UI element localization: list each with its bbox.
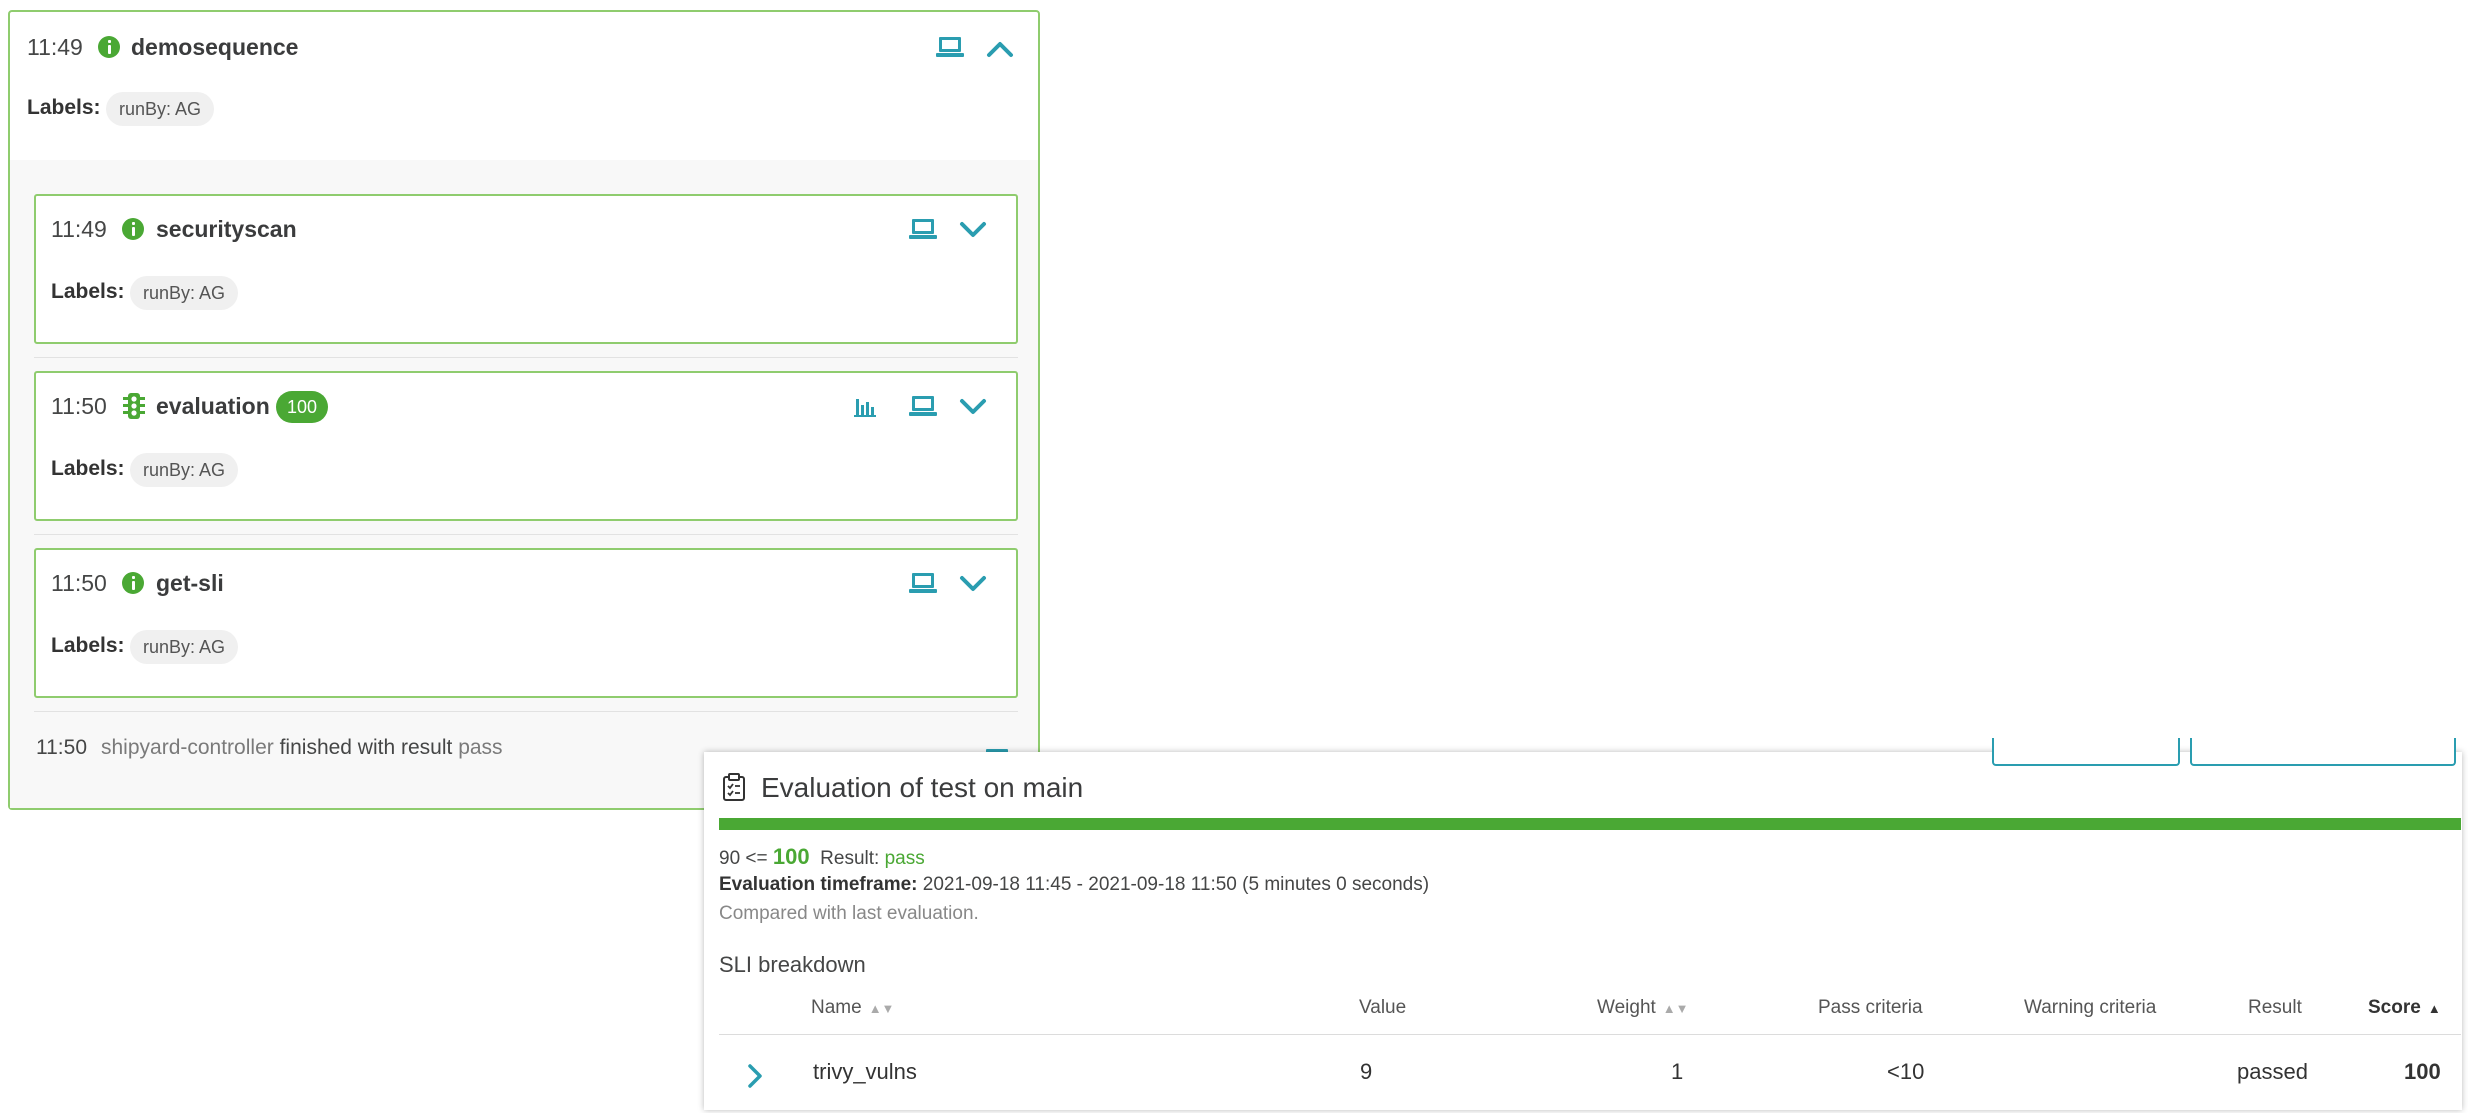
result-value: pass xyxy=(884,848,925,869)
label-chip: runBy: AG xyxy=(106,92,215,126)
score-badge[interactable]: 100 xyxy=(276,391,329,423)
timeframe-value: 2021-09-18 11:45 - 2021-09-18 11:50 (5 m… xyxy=(922,874,1430,895)
task-card-evaluation: 11:50 evaluation 100 Labels: runBy: AG xyxy=(34,371,1018,521)
column-label: Score xyxy=(2368,997,2421,1018)
laptop-icon[interactable] xyxy=(908,570,938,601)
chevron-up-icon[interactable] xyxy=(985,38,1015,63)
sequence-card: 11:49 demosequence Labels: runBy: AG 11:… xyxy=(8,10,1040,810)
cell-result: passed xyxy=(2237,1059,2308,1084)
sequence-time: 11:49 xyxy=(27,34,83,60)
column-header-warning-criteria: Warning criteria xyxy=(2024,997,2157,1018)
traffic-light-icon xyxy=(122,391,146,426)
laptop-icon[interactable] xyxy=(935,34,965,65)
chevron-right-icon[interactable] xyxy=(746,1063,764,1094)
labels-key: Labels: xyxy=(27,96,101,119)
task-name: securityscan xyxy=(156,216,297,242)
divider xyxy=(34,711,1018,712)
timeframe-line: Evaluation timeframe: 2021-09-18 11:45 -… xyxy=(719,874,1429,896)
cell-name: trivy_vulns xyxy=(813,1059,917,1084)
column-header-result: Result xyxy=(2248,997,2302,1018)
bar-chart-icon[interactable] xyxy=(852,393,878,424)
cell-value: 9 xyxy=(1360,1059,1373,1084)
timeframe-label: Evaluation timeframe: xyxy=(719,874,918,895)
task-time: 11:49 xyxy=(51,216,107,242)
compared-text: Compared with last evaluation. xyxy=(719,903,979,924)
sequence-name: demosequence xyxy=(131,34,299,60)
table-row-separator xyxy=(719,1034,2461,1035)
cell-weight: 1 xyxy=(1671,1059,1684,1084)
score-value: 100 xyxy=(772,844,810,869)
chevron-down-icon[interactable] xyxy=(958,220,988,245)
label-chip: runBy: AG xyxy=(130,630,239,664)
sort-up-icon: ▲ xyxy=(2427,1001,2441,1016)
sort-icon: ▲▼ xyxy=(868,1001,895,1016)
labels-key: Labels: xyxy=(51,280,125,303)
chevron-down-icon[interactable] xyxy=(958,397,988,422)
task-name: evaluation xyxy=(156,393,270,419)
column-label: Name xyxy=(811,997,862,1018)
column-header-score[interactable]: Score ▲ xyxy=(2368,997,2441,1019)
finished-text: finished with result xyxy=(279,736,453,759)
column-header-weight[interactable]: Weight ▲▼ xyxy=(1597,997,1689,1019)
result-label: Result: xyxy=(820,848,880,869)
evaluation-title: Evaluation of test on main xyxy=(761,772,1084,803)
sequence-body: 11:49 securityscan Labels: runBy: AG 11:… xyxy=(10,160,1038,808)
task-time: 11:50 xyxy=(51,393,107,419)
info-icon xyxy=(122,218,144,240)
task-name: get-sli xyxy=(156,570,224,596)
evaluation-panel: Evaluation of test on main 90 <= 100 Res… xyxy=(704,738,2462,1110)
finished-result: pass xyxy=(458,736,503,759)
task-time: 11:50 xyxy=(51,570,107,596)
divider xyxy=(34,357,1018,358)
task-card-securityscan: 11:49 securityscan Labels: runBy: AG xyxy=(34,194,1018,344)
controller-name: shipyard-controller xyxy=(101,736,274,759)
panel-top-button[interactable] xyxy=(1992,738,2180,766)
label-chip: runBy: AG xyxy=(130,453,239,487)
column-header-pass-criteria: Pass criteria xyxy=(1818,997,1923,1018)
task-card-get-sli: 11:50 get-sli Labels: runBy: AG xyxy=(34,548,1018,698)
score-threshold: 90 <= xyxy=(719,848,768,869)
column-header-name[interactable]: Name ▲▼ xyxy=(811,997,894,1019)
laptop-icon[interactable] xyxy=(908,393,938,424)
divider xyxy=(34,534,1018,535)
info-icon xyxy=(122,572,144,594)
info-icon xyxy=(98,36,120,58)
cell-pass-criteria: <10 xyxy=(1887,1059,1925,1084)
sequence-header: 11:49 demosequence Labels: runBy: AG xyxy=(10,12,1038,160)
finished-time: 11:50 xyxy=(36,736,87,759)
column-header-value: Value xyxy=(1359,997,1407,1018)
chevron-down-icon[interactable] xyxy=(958,574,988,599)
sort-icon: ▲▼ xyxy=(1662,1001,1689,1016)
sequence-finished-line: 11:50 shipyard-controller finished with r… xyxy=(36,736,503,760)
labels-key: Labels: xyxy=(51,457,125,480)
column-label: Weight xyxy=(1597,997,1656,1018)
laptop-icon[interactable] xyxy=(908,216,938,247)
sli-breakdown-title: SLI breakdown xyxy=(719,952,866,977)
clipboard-icon xyxy=(722,772,746,807)
cell-score: 100 xyxy=(2404,1059,2441,1084)
score-bar xyxy=(719,818,2461,830)
panel-top-button[interactable] xyxy=(2190,738,2456,766)
labels-key: Labels: xyxy=(51,634,125,657)
label-chip: runBy: AG xyxy=(130,276,239,310)
score-line: 90 <= 100 Result: pass xyxy=(719,844,925,870)
